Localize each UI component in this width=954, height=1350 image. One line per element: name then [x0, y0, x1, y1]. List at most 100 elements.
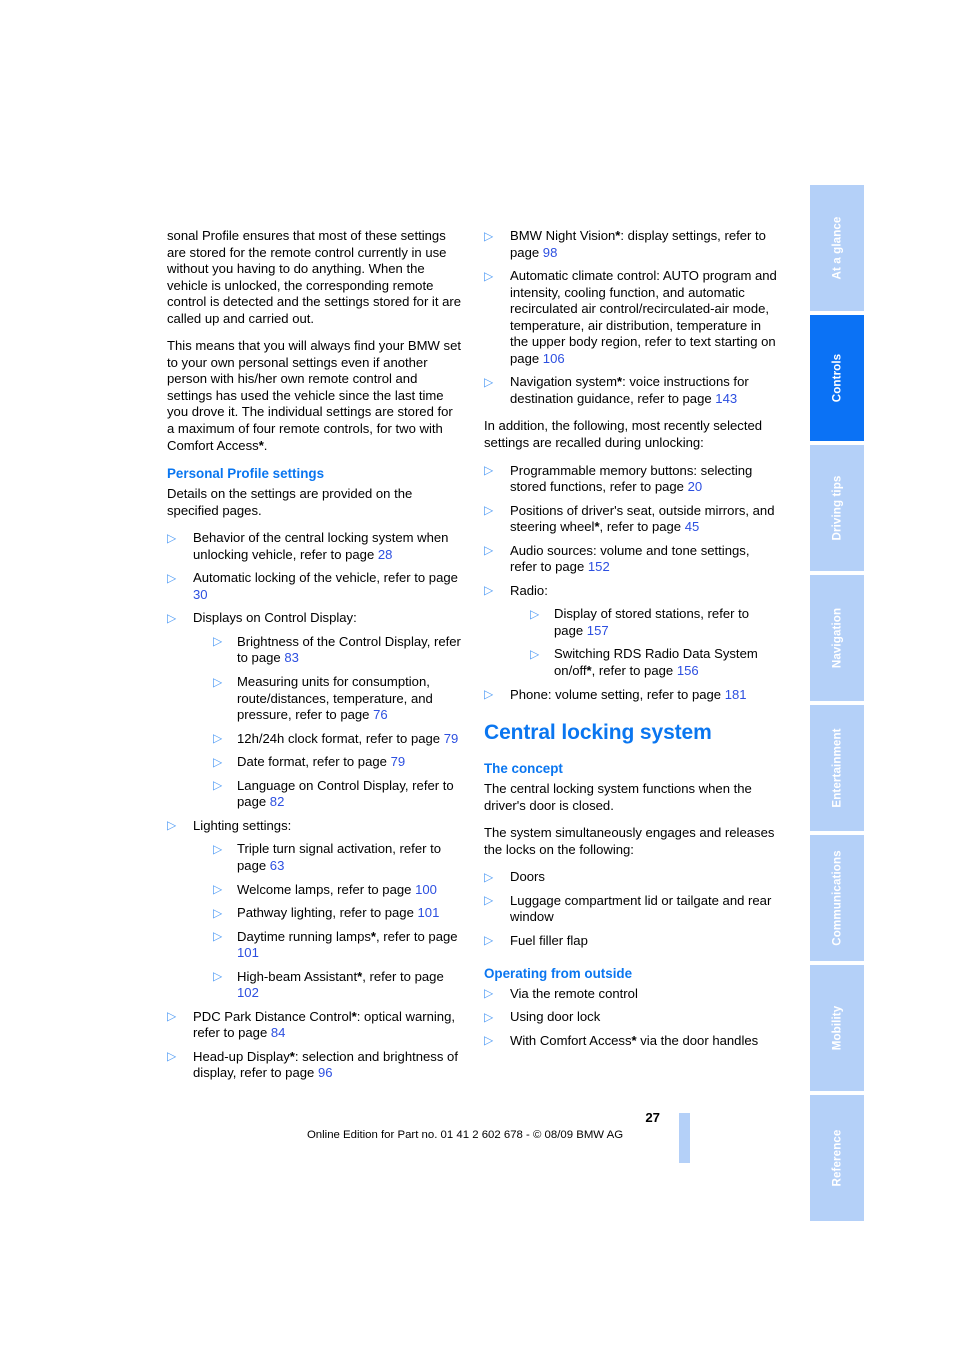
list-item: ▷ Positions of driver's seat, outside mir…	[484, 503, 780, 536]
triangle-bullet-icon: ▷	[484, 463, 494, 478]
page-reference[interactable]: 101	[237, 945, 259, 960]
list-item-text: Welcome lamps, refer to page 100	[237, 881, 437, 897]
page-reference[interactable]: 98	[543, 245, 558, 260]
list-item-text: Navigation system*: voice instructions f…	[510, 374, 749, 406]
bullet-list: ▷ Doors ▷ Luggage compartment lid or tailga…	[484, 869, 780, 949]
page-reference[interactable]: 79	[444, 731, 459, 746]
list-item-text: Programmable memory buttons: selecting s…	[510, 462, 753, 495]
chapter-tab-label: Mobility	[830, 1005, 844, 1051]
bullet-list: ▷ Brightness of the Control Display, refe…	[193, 634, 463, 811]
list-item: ▷ Luggage compartment lid or tailgate and…	[484, 893, 780, 926]
page-reference[interactable]: 79	[391, 754, 406, 769]
triangle-bullet-icon: ▷	[484, 1009, 494, 1024]
list-item-text: Using door lock	[510, 1009, 601, 1025]
page-reference[interactable]: 181	[725, 687, 747, 702]
triangle-bullet-icon: ▷	[484, 869, 494, 884]
page-reference[interactable]: 20	[688, 479, 703, 494]
personal-profile-heading: Personal Profile settings	[167, 466, 325, 482]
list-item: ▷ Date format, refer to page 79	[213, 754, 463, 771]
list-item: ▷ Head-up Display*: selection and brightn…	[167, 1049, 463, 1082]
chapter-tab-navigation[interactable]: Navigation	[810, 575, 864, 701]
triangle-bullet-icon: ▷	[484, 687, 494, 702]
chapter-tab-communications[interactable]: Communications	[810, 835, 864, 961]
page-reference[interactable]: 101	[418, 905, 440, 920]
chapter-tab-controls[interactable]: Controls	[810, 315, 864, 441]
list-item: ▷ With Comfort Access* via the door handl…	[484, 1033, 780, 1050]
list-item: ▷ Measuring units for consumption, route/…	[213, 674, 463, 724]
page-reference[interactable]: 83	[284, 650, 299, 665]
bullet-list: ▷ BMW Night Vision*: display settings, re…	[484, 228, 780, 407]
triangle-bullet-icon: ▷	[167, 818, 177, 833]
list-item-text: Language on Control Display, refer to pa…	[237, 777, 454, 810]
chapter-tab-entertainment[interactable]: Entertainment	[810, 705, 864, 831]
triangle-bullet-icon: ▷	[484, 374, 494, 389]
the-concept-heading: The concept	[484, 761, 563, 777]
page-reference[interactable]: 84	[271, 1025, 286, 1040]
list-item: ▷ Automatic climate control: AUTO program…	[484, 268, 780, 367]
list-item-text: BMW Night Vision*: display settings, ref…	[510, 228, 766, 260]
triangle-bullet-icon: ▷	[530, 606, 540, 621]
list-item: ▷ 12h/24h clock format, refer to page 79	[213, 731, 463, 748]
page-reference[interactable]: 96	[318, 1065, 333, 1080]
list-item: ▷ Welcome lamps, refer to page 100	[213, 882, 463, 899]
list-item-text: Fuel filler flap	[510, 932, 588, 948]
list-item: ▷ Daytime running lamps*, refer to page 1…	[213, 929, 463, 962]
page-reference[interactable]: 76	[373, 707, 388, 722]
list-item: ▷ Language on Control Display, refer to p…	[213, 778, 463, 811]
triangle-bullet-icon: ▷	[484, 228, 494, 243]
chapter-tab-mobility[interactable]: Mobility	[810, 965, 864, 1091]
list-item: ▷ High-beam Assistant*, refer to page 102	[213, 969, 463, 1002]
chapter-tab-at-a-glance[interactable]: At a glance	[810, 185, 864, 311]
list-item: ▷ Fuel filler flap	[484, 933, 780, 950]
body-paragraph: The central locking system functions whe…	[484, 781, 752, 813]
page-reference[interactable]: 82	[270, 794, 285, 809]
concept-list: ▷ Doors ▷ Luggage compartment lid or tailga…	[484, 869, 780, 949]
list-item: ▷ PDC Park Distance Control*: optical war…	[167, 1009, 463, 1042]
list-item-text: Automatic locking of the vehicle, refer …	[193, 570, 458, 602]
triangle-bullet-icon: ▷	[484, 893, 494, 908]
page-reference[interactable]: 30	[193, 587, 208, 602]
triangle-bullet-icon: ▷	[213, 754, 223, 769]
page-reference[interactable]: 152	[588, 559, 610, 574]
triangle-bullet-icon: ▷	[213, 969, 223, 984]
right-text-column: ▷ BMW Night Vision*: display settings, re…	[484, 228, 780, 1049]
page-reference[interactable]: 63	[270, 858, 285, 873]
page-reference[interactable]: 157	[587, 623, 609, 638]
list-item-text: Daytime running lamps*, refer to page 10…	[237, 928, 458, 961]
page-reference[interactable]: 143	[715, 391, 737, 406]
bullet-list: ▷ Behavior of the central locking system …	[167, 530, 463, 1082]
list-item-text: High-beam Assistant*, refer to page 102	[237, 968, 444, 1001]
bullet-list: ▷ Display of stored stations, refer to pa…	[510, 606, 780, 679]
list-item: ▷ Displays on Control Display: ▷ Brightness…	[167, 610, 463, 810]
chapter-tab-reference[interactable]: Reference	[810, 1095, 864, 1221]
chapter-tab-driving-tips[interactable]: Driving tips	[810, 445, 864, 571]
page-reference[interactable]: 156	[677, 663, 699, 678]
list-item-text: Display of stored stations, refer to pag…	[554, 606, 750, 638]
page-number: 27	[645, 1110, 660, 1125]
central-locking-system-heading: Central locking system	[484, 721, 712, 745]
list-item-text: Brightness of the Control Display, refer…	[237, 633, 461, 666]
triangle-bullet-icon: ▷	[530, 646, 540, 661]
list-item: ▷ Lighting settings: ▷ Triple turn signal a…	[167, 818, 463, 1002]
list-item: ▷ Automatic locking of the vehicle, refer…	[167, 570, 463, 603]
chapter-tab-label: Navigation	[830, 607, 844, 669]
list-item-text: Doors	[510, 869, 545, 885]
bullet-list: ▷ Triple turn signal activation, refer to…	[193, 841, 463, 1001]
page-reference[interactable]: 45	[685, 519, 700, 534]
page-reference[interactable]: 106	[543, 351, 565, 366]
body-paragraph: sonal Profile ensures that most of these…	[167, 228, 462, 326]
chapter-tab-label: Communications	[830, 850, 844, 946]
triangle-bullet-icon: ▷	[167, 610, 177, 625]
list-item: ▷ BMW Night Vision*: display settings, re…	[484, 228, 780, 261]
page-reference[interactable]: 100	[415, 882, 437, 897]
list-item-text: Behavior of the central locking system w…	[193, 530, 449, 562]
list-item-text: Luggage compartment lid or tailgate and …	[510, 892, 772, 925]
personal-profile-intro: Details on the settings are provided on …	[167, 486, 413, 518]
chapter-tab-label: Controls	[830, 353, 844, 403]
list-item-text: Switching RDS Radio Data System on/off*,…	[554, 646, 758, 679]
settings-list-top: ▷ BMW Night Vision*: display settings, re…	[484, 228, 780, 407]
page-reference[interactable]: 102	[237, 985, 259, 1000]
page-reference[interactable]: 28	[378, 547, 393, 562]
bullet-list: ▷ Via the remote control ▷ Using door lock ▷…	[484, 986, 780, 1050]
triangle-bullet-icon: ▷	[213, 634, 223, 649]
